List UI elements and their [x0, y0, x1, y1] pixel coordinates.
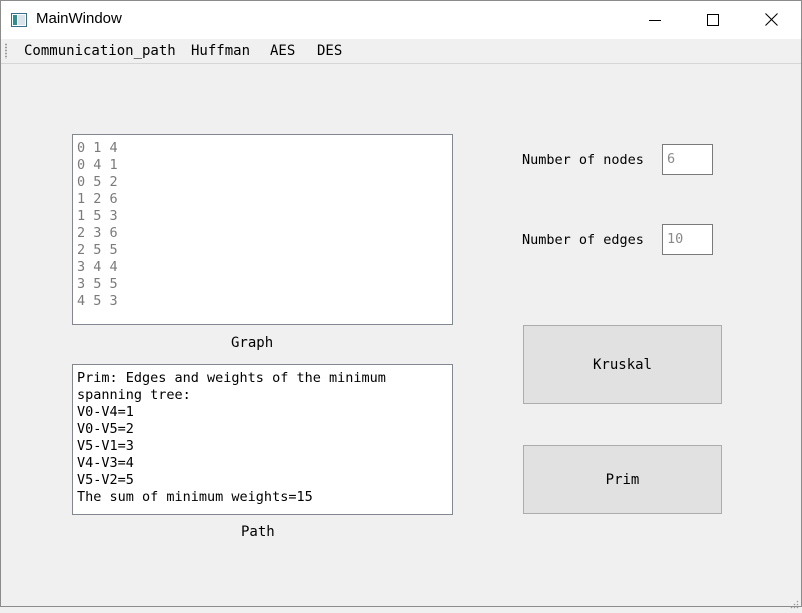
- minimize-button[interactable]: [626, 1, 684, 39]
- path-output[interactable]: Prim: Edges and weights of the minimum s…: [72, 364, 453, 515]
- maximize-icon: [707, 11, 719, 30]
- graph-caption: Graph: [231, 335, 274, 351]
- menubar-grip-icon: [5, 43, 7, 59]
- graph-input[interactable]: 0 1 4 0 4 1 0 5 2 1 2 6 1 5 3 2 3 6 2 5 …: [72, 134, 453, 325]
- main-window: MainWindow Communication_path Huffman AE…: [0, 0, 802, 609]
- prim-button[interactable]: Prim: [523, 445, 722, 514]
- app-window-icon: [11, 12, 27, 27]
- nodes-input[interactable]: 6: [662, 144, 713, 175]
- menu-aes[interactable]: AES: [270, 43, 295, 59]
- close-button[interactable]: [742, 1, 800, 39]
- menu-bar: Communication_path Huffman AES DES: [1, 39, 801, 64]
- close-icon: [764, 11, 778, 30]
- edges-label: Number of edges: [522, 232, 644, 248]
- kruskal-button[interactable]: Kruskal: [523, 325, 722, 404]
- maximize-button[interactable]: [684, 1, 742, 39]
- menu-huffman[interactable]: Huffman: [191, 43, 250, 59]
- menu-des[interactable]: DES: [317, 43, 342, 59]
- menu-communication-path[interactable]: Communication_path: [24, 43, 176, 59]
- nodes-label: Number of nodes: [522, 152, 644, 168]
- edges-input[interactable]: 10: [662, 224, 713, 255]
- title-bar[interactable]: MainWindow: [1, 1, 801, 39]
- window-title: MainWindow: [36, 10, 122, 27]
- path-caption: Path: [241, 524, 275, 540]
- resize-grip-icon[interactable]: [789, 594, 799, 609]
- minimize-icon: [649, 11, 661, 30]
